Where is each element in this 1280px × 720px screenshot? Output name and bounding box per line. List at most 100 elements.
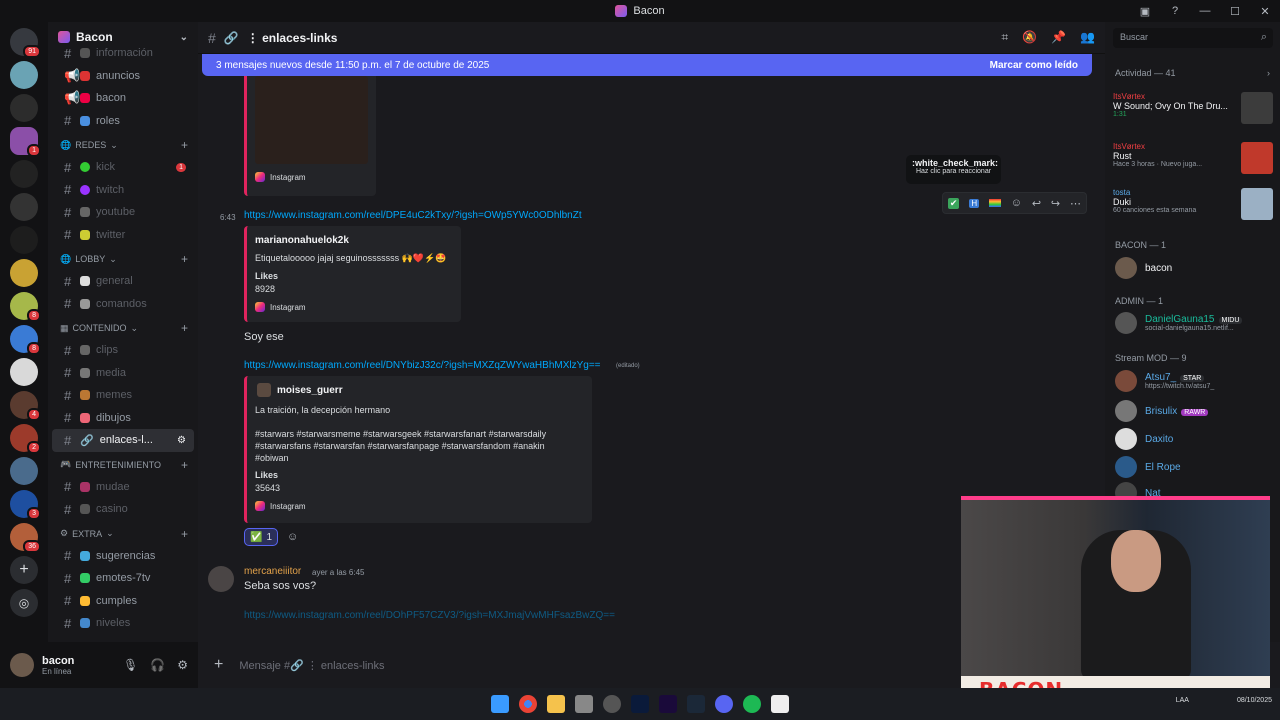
members-list-icon[interactable]: 👥 [1080, 30, 1095, 45]
avatar[interactable] [10, 653, 34, 677]
spotify-icon[interactable] [743, 695, 761, 713]
server-icon[interactable]: 8 [10, 325, 41, 355]
member-item[interactable]: El Rope [1115, 456, 1181, 478]
server-icon[interactable] [10, 358, 38, 386]
inbox-icon[interactable]: ▣ [1130, 5, 1160, 18]
server-icon[interactable]: 36 [10, 523, 41, 553]
member-item[interactable]: bacon [1115, 257, 1172, 279]
channel-bacon[interactable]: 📢 bacon [52, 87, 194, 110]
message-link[interactable]: https://www.instagram.com/reel/DPE4uC2kT… [244, 210, 582, 221]
file-explorer-icon[interactable] [547, 695, 565, 713]
message-input-bar[interactable]: + Mensaje #🔗 ⋮ enlaces-links [198, 642, 961, 688]
channel-memes[interactable]: # memes [52, 384, 194, 407]
message-link[interactable]: https://www.instagram.com/reel/DNYbizJ32… [244, 360, 601, 371]
pin-icon[interactable]: 📌 [1051, 30, 1066, 45]
reaction-pill[interactable]: ✅ 1 [244, 528, 278, 546]
notion-icon[interactable] [771, 695, 789, 713]
discover-icon[interactable]: ◎ [10, 589, 38, 617]
channel-comandos[interactable]: # comandos [52, 293, 194, 316]
channel-clips[interactable]: # clips [52, 339, 194, 362]
message-link[interactable]: https://www.instagram.com/reel/DOhPF57CZ… [244, 610, 615, 621]
category-entretenimiento[interactable]: 🎮 ENTRETENIMIENTO + [48, 454, 198, 476]
app-icon[interactable] [575, 695, 593, 713]
add-attachment-icon[interactable]: + [214, 656, 223, 674]
member-item[interactable]: Atsu7_ STAR https://twitch.tv/atsu7_ [1115, 370, 1214, 392]
more-icon[interactable]: ⋯ [1070, 197, 1081, 210]
server-icon[interactable] [10, 259, 38, 287]
search-input[interactable]: Buscar ⌕ [1113, 28, 1273, 48]
maximize-button[interactable]: ☐ [1220, 5, 1250, 18]
chrome-icon[interactable] [519, 695, 537, 713]
server-icon[interactable] [10, 160, 38, 188]
minimize-button[interactable]: — [1190, 5, 1220, 17]
member-item[interactable]: Brisulix RAWR [1115, 400, 1209, 422]
steam-icon[interactable] [687, 695, 705, 713]
server-icon[interactable]: 4 [10, 391, 41, 421]
reply-icon[interactable]: ↩ [1032, 197, 1041, 210]
threads-icon[interactable]: ⌗ [1001, 30, 1008, 45]
channel-dibujos[interactable]: # dibujos [52, 407, 194, 430]
member-item[interactable]: DanielGauna15 MIDU social-danielgauna15.ne… [1115, 312, 1243, 334]
server-icon[interactable] [10, 457, 38, 485]
channel-enlaces-links[interactable]: # 🔗 enlaces-l... ⚙ [52, 429, 194, 452]
channel-niveles[interactable]: # niveles [52, 612, 194, 635]
channel-anuncios[interactable]: 📢 anuncios [52, 65, 194, 88]
forward-icon[interactable]: ↪ [1051, 197, 1060, 210]
category-lobby[interactable]: 🌐 LOBBY ⌄ + [48, 248, 198, 270]
category-redes[interactable]: 🌐 REDES ⌄ + [48, 134, 198, 156]
activity-card[interactable]: ItsVørtex W Sound; Ovy On The Dru... 1:3… [1113, 92, 1273, 136]
add-reaction-icon[interactable]: ☺ [287, 531, 298, 543]
server-icon-bacon[interactable]: 1 [10, 127, 41, 157]
server-icon[interactable] [10, 61, 38, 89]
category-extra[interactable]: ⚙ EXTRA ⌄ + [48, 523, 198, 545]
channel-sugerencias[interactable]: # sugerencias [52, 545, 194, 568]
channel-emotes-7tv[interactable]: # emotes-7tv [52, 567, 194, 590]
embed-thumbnail[interactable] [255, 76, 368, 164]
photoshop-icon[interactable] [631, 695, 649, 713]
mark-as-read-button[interactable]: Marcar como leído [990, 60, 1078, 71]
server-icon[interactable]: 2 [10, 424, 41, 454]
embed-author[interactable]: marianonahuelok2k [255, 235, 349, 246]
server-icon[interactable]: 8 [10, 292, 41, 322]
close-button[interactable]: ✕ [1250, 5, 1280, 18]
help-icon[interactable]: ? [1160, 5, 1190, 17]
activity-card[interactable]: tosta Duki 60 canciones esta semana [1113, 188, 1273, 232]
channel-youtube[interactable]: # youtube [52, 201, 194, 224]
channel-media[interactable]: # media [52, 362, 194, 385]
channel-informacion[interactable]: # información [52, 42, 194, 65]
settings-gear-icon[interactable]: ⚙ [177, 658, 188, 672]
windows-start-icon[interactable] [491, 695, 509, 713]
embed-author[interactable]: moises_guerr [277, 385, 343, 396]
discord-icon[interactable] [715, 695, 733, 713]
channel-kick[interactable]: # kick 1 [52, 156, 194, 179]
channel-casino[interactable]: # casino [52, 498, 194, 521]
rainbow-flag-icon[interactable] [988, 199, 1001, 207]
message-author[interactable]: mercaneiiitor [244, 566, 301, 577]
add-server-icon[interactable]: + [10, 556, 38, 584]
server-icon[interactable] [10, 226, 38, 254]
channel-general[interactable]: # general [52, 270, 194, 293]
premiere-icon[interactable] [659, 695, 677, 713]
avatar[interactable] [208, 566, 234, 592]
category-contenido[interactable]: ▦ CONTENIDO ⌄ + [48, 317, 198, 339]
add-reaction-icon[interactable]: ☺ [1011, 197, 1022, 209]
server-icon[interactable]: 3 [10, 490, 41, 520]
notifications-muted-icon[interactable]: 🔕 [1022, 30, 1037, 45]
channel-twitter[interactable]: # twitter [52, 224, 194, 247]
server-icon[interactable] [10, 193, 38, 221]
message-input[interactable]: Mensaje #🔗 ⋮ enlaces-links [239, 659, 384, 672]
check-mark-icon[interactable]: ✔ [947, 197, 960, 209]
channel-roles[interactable]: # roles [52, 110, 194, 133]
activity-card[interactable]: ItsVørtex Rust Hace 3 horas · Nuevo juga… [1113, 142, 1273, 186]
microphone-icon[interactable]: 🎙 [123, 658, 138, 672]
server-icon[interactable] [10, 94, 38, 122]
channel-cumples[interactable]: # cumples [52, 590, 194, 613]
channel-twitch[interactable]: # twitch [52, 179, 194, 202]
channel-mudae[interactable]: # mudae [52, 476, 194, 499]
clock-date[interactable]: 08/10/2025 [1237, 697, 1272, 704]
direct-messages-icon[interactable]: 91 [10, 28, 41, 58]
headphones-icon[interactable]: 🎧 [150, 658, 165, 672]
h-emoji-icon[interactable]: H [969, 198, 980, 208]
new-messages-bar[interactable]: 3 mensajes nuevos desde 11:50 p.m. el 7 … [202, 54, 1092, 76]
language-indicator[interactable]: LAA [1176, 697, 1189, 704]
